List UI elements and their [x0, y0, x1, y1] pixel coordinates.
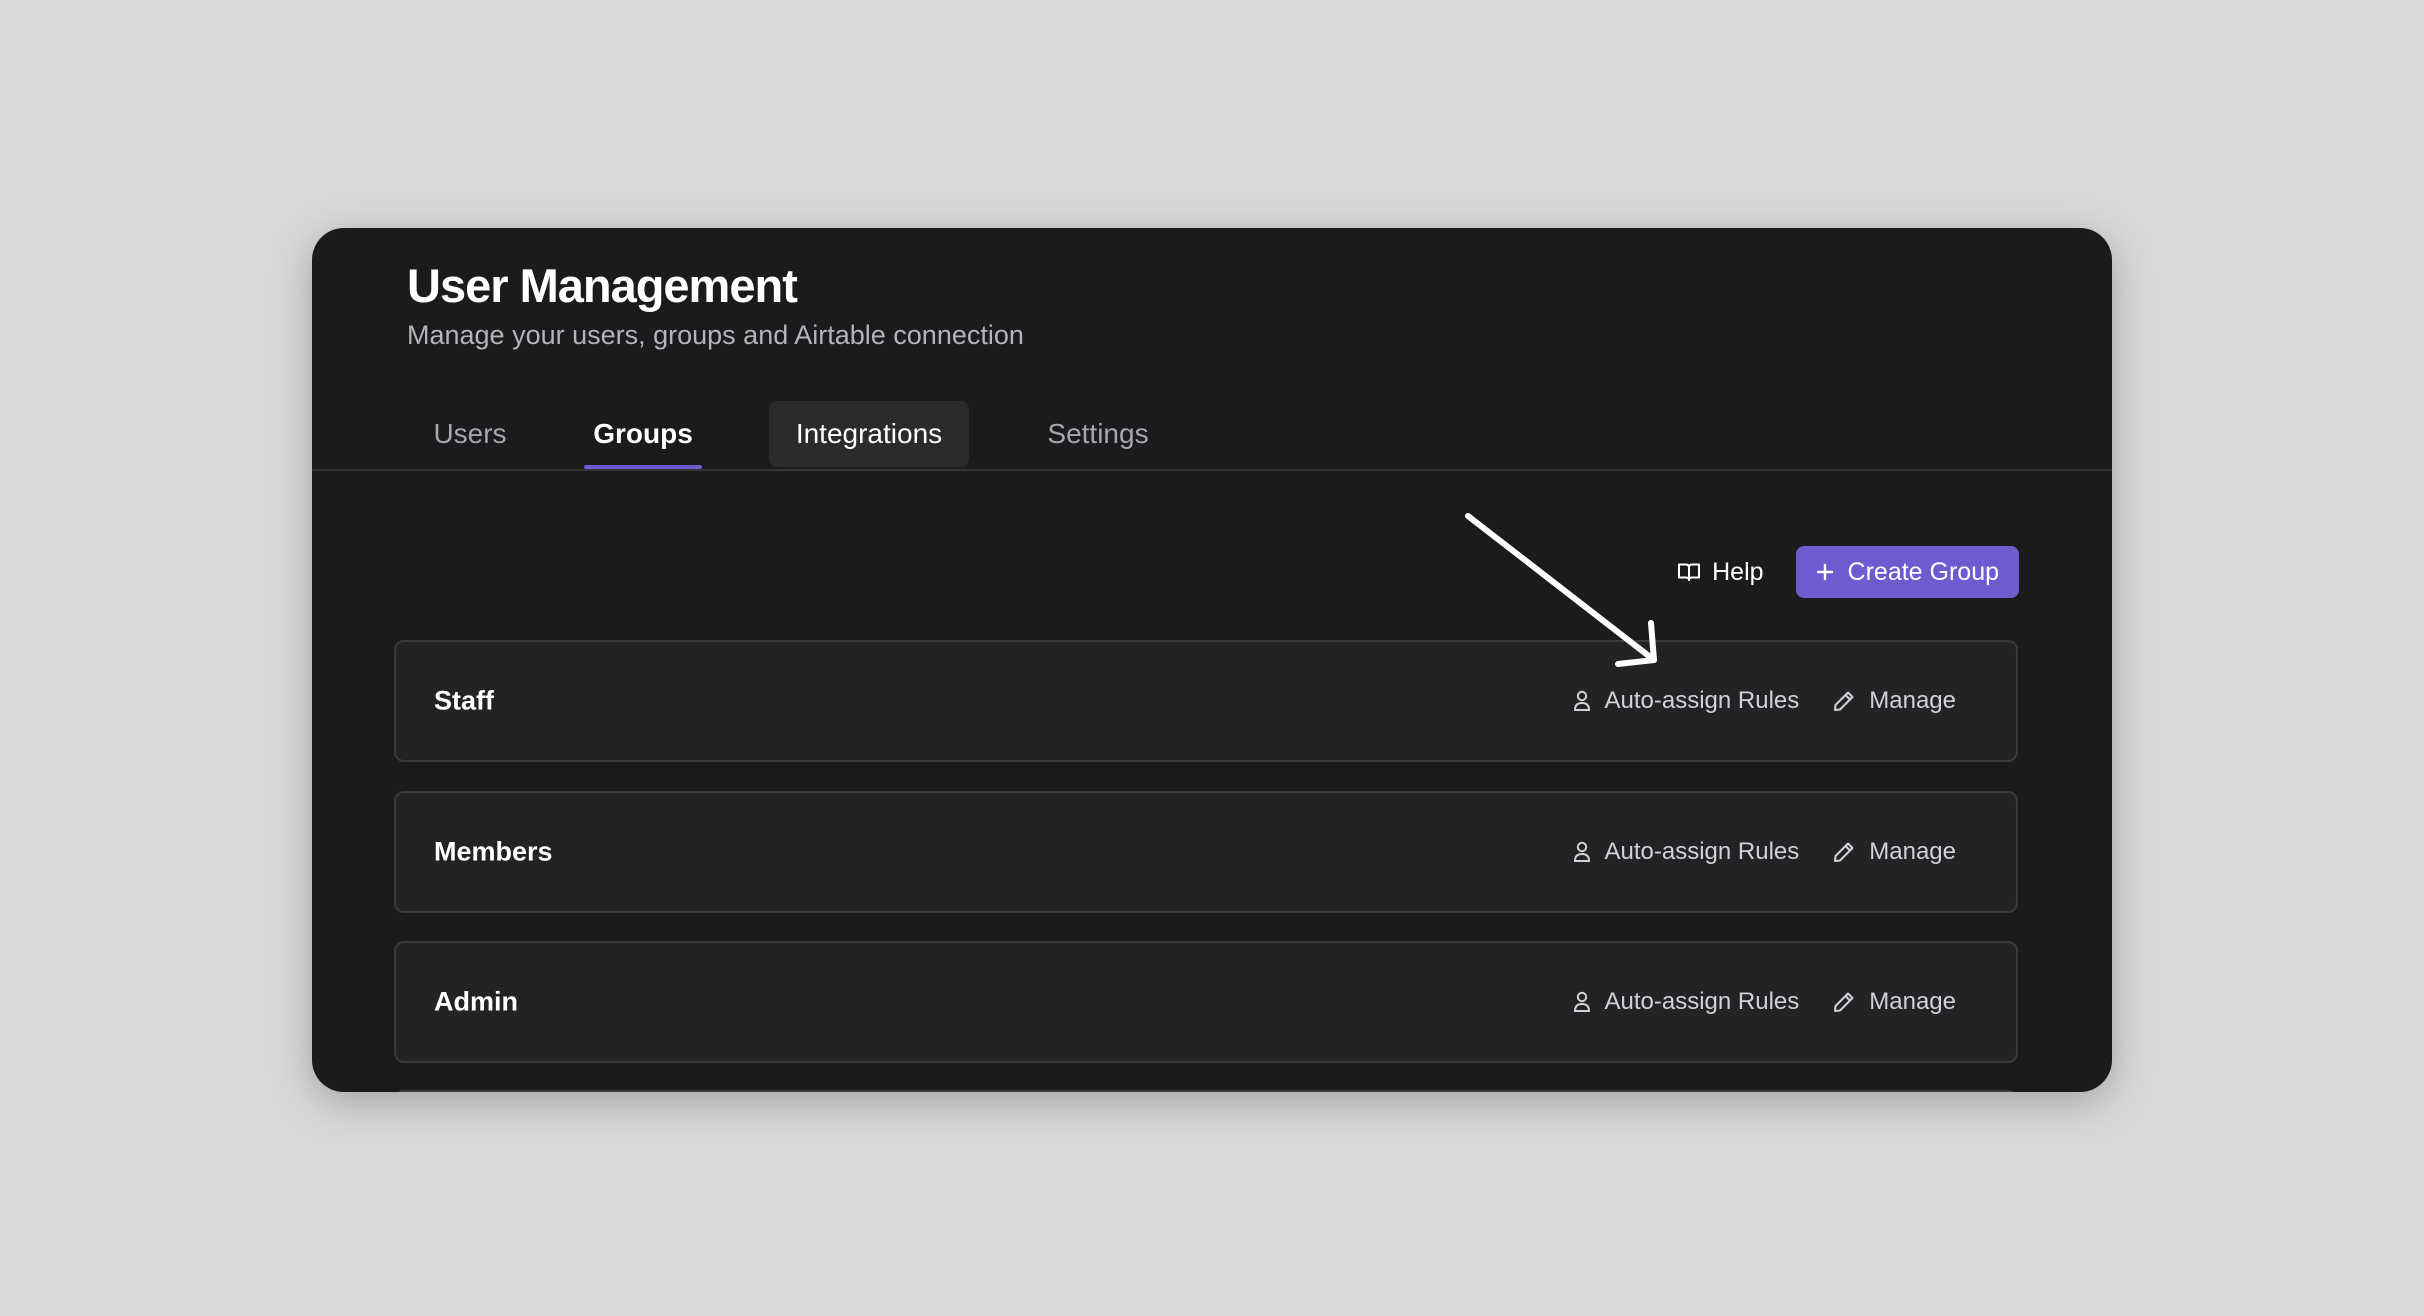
manage-label: Manage [1869, 687, 1956, 714]
manage-button[interactable]: Manage [1833, 838, 1956, 866]
pencil-icon [1833, 991, 1855, 1013]
page-subtitle: Manage your users, groups and Airtable c… [407, 320, 1024, 351]
group-row-partial [394, 1090, 2018, 1092]
pencil-icon [1833, 841, 1855, 863]
user-icon [1573, 991, 1591, 1013]
group-row-admin: Admin Auto-assign Rules Manage [394, 941, 2018, 1063]
group-actions: Auto-assign Rules Manage [1573, 988, 1956, 1016]
toolbar: Help Create Group [1678, 546, 2019, 598]
auto-assign-rules-label: Auto-assign Rules [1604, 687, 1800, 714]
help-label: Help [1712, 557, 1764, 586]
plus-icon [1816, 563, 1834, 581]
manage-button[interactable]: Manage [1833, 988, 1956, 1016]
create-group-label: Create Group [1847, 557, 1999, 586]
group-name: Admin [434, 986, 518, 1017]
tab-integrations[interactable]: Integrations [769, 401, 969, 467]
group-row-members: Members Auto-assign Rules Manage [394, 791, 2018, 913]
auto-assign-rules-button[interactable]: Auto-assign Rules [1573, 838, 1800, 866]
group-row-staff: Staff Auto-assign Rules Manage [394, 640, 2018, 762]
manage-button[interactable]: Manage [1833, 687, 1956, 715]
user-icon [1573, 841, 1591, 863]
page-title: User Management [407, 259, 798, 312]
book-open-icon [1678, 562, 1701, 582]
help-button[interactable]: Help [1678, 557, 1764, 587]
group-name: Members [434, 836, 553, 867]
auto-assign-rules-button[interactable]: Auto-assign Rules [1573, 687, 1800, 715]
pencil-icon [1833, 690, 1855, 712]
auto-assign-rules-button[interactable]: Auto-assign Rules [1573, 988, 1800, 1016]
group-actions: Auto-assign Rules Manage [1573, 838, 1956, 866]
tab-users[interactable]: Users [406, 401, 534, 467]
manage-label: Manage [1869, 988, 1956, 1015]
page-header: User Management Manage your users, group… [407, 258, 1024, 351]
tab-settings[interactable]: Settings [1027, 401, 1169, 467]
group-actions: Auto-assign Rules Manage [1573, 687, 1956, 715]
tab-bar: Users Groups Integrations Settings [312, 401, 2112, 471]
user-icon [1573, 690, 1591, 712]
create-group-button[interactable]: Create Group [1795, 546, 2019, 598]
auto-assign-rules-label: Auto-assign Rules [1604, 988, 1800, 1015]
manage-label: Manage [1869, 838, 1956, 865]
auto-assign-rules-label: Auto-assign Rules [1604, 838, 1800, 865]
group-name: Staff [434, 685, 494, 716]
user-management-panel: User Management Manage your users, group… [312, 228, 2112, 1092]
tab-groups[interactable]: Groups [584, 401, 702, 469]
